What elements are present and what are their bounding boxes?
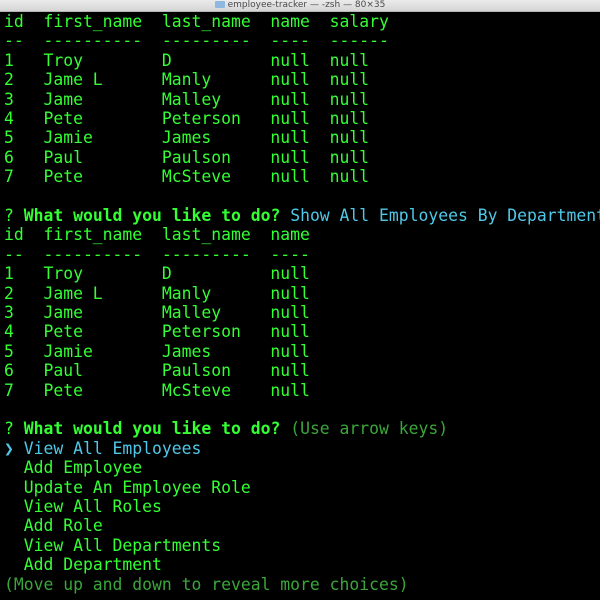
menu-item-label: View All Roles (23, 497, 162, 516)
table2-row: 7 Pete McSteve null (4, 380, 310, 400)
menu-item-label: View All Departments (23, 535, 222, 555)
terminal-output[interactable]: id first_name last_name name salary -- -… (0, 12, 600, 600)
prompt-line-1: ? What would you like to do? Show All Em… (4, 206, 600, 225)
table1-row: 2 Jame L Manly null null (4, 70, 370, 90)
title-bar: employee-tracker — -zsh — 80×35 (0, 0, 600, 12)
table1-header: id first_name last_name name salary (4, 12, 389, 31)
table1-row: 3 Jame Malley null null (4, 89, 370, 109)
table2-header: id first_name last_name name (4, 225, 310, 245)
window-title-wrap: employee-tracker — -zsh — 80×35 (0, 0, 600, 11)
menu-item-label: View All Employees (23, 438, 202, 458)
window-title: employee-tracker — -zsh — 80×35 (227, 0, 386, 10)
menu-item-add-employee[interactable]: Add Employee (4, 458, 142, 477)
table2-divider: -- ---------- --------- ---- (4, 244, 310, 264)
pointer-icon: ❯ (4, 438, 14, 458)
prompt-mark: ? (4, 419, 14, 439)
table1-row: 7 Pete McSteve null null (4, 167, 370, 187)
prompt-line-2: ? What would you like to do? (Use arrow … (4, 419, 448, 438)
table2-row: 2 Jame L Manly null (4, 283, 310, 303)
menu-item-label: Add Department (23, 555, 162, 575)
prompt-question: What would you like to do? (23, 206, 281, 225)
menu-footer-hint: (Move up and down to reveal more choices… (4, 574, 409, 594)
menu-item-add-department[interactable]: Add Department (4, 555, 162, 574)
menu-item-view-all-roles[interactable]: View All Roles (4, 497, 162, 516)
table1-row: 1 Troy D null null (4, 50, 370, 70)
table1-divider: -- ---------- --------- ---- ------ (4, 31, 389, 51)
menu-item-add-role[interactable]: Add Role (4, 516, 103, 535)
table1-row: 4 Pete Peterson null null (4, 109, 370, 128)
table2-row: 5 Jamie James null (4, 341, 310, 361)
table1-row: 5 Jamie James null null (4, 128, 370, 148)
table1-row: 6 Paul Paulson null null (4, 147, 370, 167)
menu-item-label: Update An Employee Role (23, 477, 251, 497)
prompt-mark: ? (4, 206, 14, 225)
prompt-answer: Show All Employees By Department (290, 206, 600, 225)
folder-icon (214, 1, 225, 8)
menu-item-label: Add Role (23, 516, 103, 536)
menu-item-label: Add Employee (23, 458, 143, 478)
terminal-window: employee-tracker — -zsh — 80×35 id first… (0, 0, 600, 600)
menu-item-view-all-employees[interactable]: ❯ View All Employees (4, 439, 201, 458)
table2-row: 3 Jame Malley null (4, 303, 310, 322)
prompt-question: What would you like to do? (23, 419, 281, 439)
table2-row: 6 Paul Paulson null (4, 361, 310, 381)
prompt-hint: (Use arrow keys) (290, 419, 449, 439)
table2-row: 4 Pete Peterson null (4, 322, 310, 342)
menu-item-view-all-departments[interactable]: View All Departments (4, 536, 221, 555)
menu-item-update-employee-role[interactable]: Update An Employee Role (4, 478, 251, 497)
table2-row: 1 Troy D null (4, 264, 310, 284)
